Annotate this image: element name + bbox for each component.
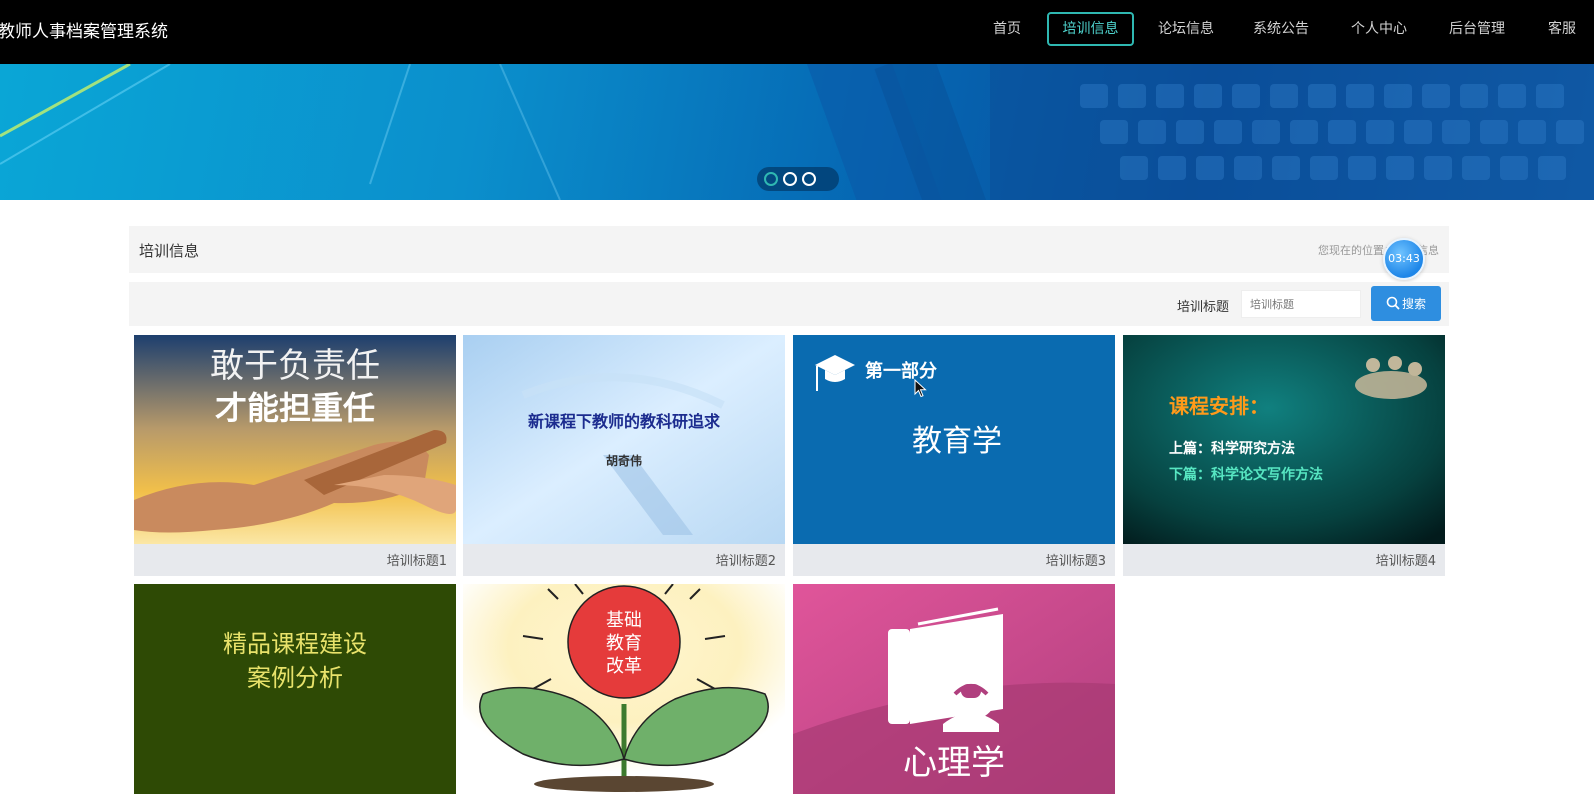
training-card-4[interactable]: 课程安排： 上篇：科学研究方法 下篇：科学论文写作方法 培训标题4 [1123, 335, 1445, 576]
banner-carousel[interactable] [0, 64, 1594, 200]
page-title: 培训信息 [139, 242, 200, 260]
card-image-text: 课程安排： [1169, 394, 1269, 418]
nav-item-home[interactable]: 首页 [978, 12, 1036, 46]
card-image-text: 改革 [606, 656, 642, 677]
card-image-text: 新课程下教师的教科研追求 [528, 412, 721, 431]
nav-item-customer-service[interactable]: 客服 [1540, 12, 1584, 46]
training-card-2[interactable]: 新课程下教师的教科研追求 胡奇伟 培训标题2 [463, 335, 785, 576]
top-navbar: 教师人事档案管理系统 首页 培训信息 论坛信息 系统公告 个人中心 后台管理 客… [0, 0, 1594, 64]
search-input[interactable] [1241, 290, 1361, 318]
card-image: 心理学 [793, 584, 1115, 794]
training-card-7[interactable]: 心理学 [793, 584, 1115, 794]
card-caption[interactable]: 培训标题3 [1046, 550, 1106, 569]
search-button[interactable]: 搜索 [1371, 286, 1441, 321]
card-image: 课程安排： 上篇：科学研究方法 下篇：科学论文写作方法 [1123, 335, 1445, 544]
card-image-text: 基础 [606, 610, 642, 631]
nav-item-personal-center[interactable]: 个人中心 [1343, 12, 1415, 46]
carousel-dot-2[interactable] [783, 172, 797, 186]
card-image-text: 才能担重任 [215, 389, 375, 427]
card-image-text: 教育学 [912, 424, 1002, 459]
nav-item-forum[interactable]: 论坛信息 [1150, 12, 1222, 46]
nav-item-admin[interactable]: 后台管理 [1441, 12, 1513, 46]
card-image: 基础 教育 改革 [463, 584, 785, 794]
mouse-cursor-icon [914, 379, 927, 398]
card-image: 第一部分 教育学 [793, 335, 1115, 544]
card-image: 精品课程建设 案例分析 [134, 584, 456, 794]
card-image-text: 精品课程建设 [223, 630, 367, 658]
card-image-text: 心理学 [903, 743, 1005, 783]
timer-badge: 03:43 [1383, 238, 1425, 280]
search-bar: 培训标题 搜索 [129, 282, 1449, 326]
card-caption[interactable]: 培训标题4 [1376, 550, 1436, 569]
card-image: 新课程下教师的教科研追求 胡奇伟 [463, 335, 785, 544]
search-icon [1386, 296, 1400, 313]
training-card-6[interactable]: 基础 教育 改革 [463, 584, 785, 794]
card-caption[interactable]: 培训标题2 [716, 550, 776, 569]
carousel-indicators [757, 167, 839, 191]
card-image-text: 胡奇伟 [606, 453, 642, 468]
search-button-label: 搜索 [1401, 296, 1426, 311]
training-card-3[interactable]: 第一部分 教育学 培训标题3 [793, 335, 1115, 576]
card-image-text: 下篇：科学论文写作方法 [1169, 466, 1323, 483]
card-image-text: 上篇：科学研究方法 [1169, 440, 1295, 457]
training-card-1[interactable]: 敢于负责任 才能担重任 培训标题1 [134, 335, 456, 576]
carousel-dot-3[interactable] [802, 172, 816, 186]
nav-item-training[interactable]: 培训信息 [1047, 12, 1134, 46]
card-image-text: 教育 [606, 633, 642, 654]
person-icon [943, 668, 999, 732]
card-image: 敢于负责任 才能担重任 [134, 335, 456, 544]
app-title: 教师人事档案管理系统 [0, 22, 168, 42]
carousel-dot-1[interactable] [764, 172, 778, 186]
search-label: 培训标题 [1177, 300, 1230, 315]
card-caption[interactable]: 培训标题1 [387, 550, 447, 569]
card-image-text: 案例分析 [247, 664, 343, 692]
card-image-text: 敢于负责任 [210, 346, 380, 386]
nav-item-announcements[interactable]: 系统公告 [1245, 12, 1317, 46]
section-header: 培训信息 您现在的位置：培训信息 [129, 226, 1449, 273]
training-card-5[interactable]: 精品课程建设 案例分析 [134, 584, 456, 794]
